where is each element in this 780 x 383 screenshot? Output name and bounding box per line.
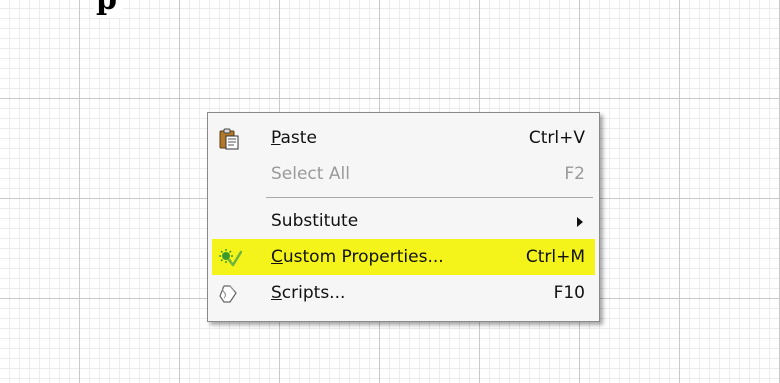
- menu-item-label: Paste: [271, 120, 317, 156]
- context-menu: Paste Ctrl+V Select All F2 Substitute Cu…: [207, 112, 600, 322]
- menu-item-substitute[interactable]: Substitute: [212, 203, 595, 239]
- menu-item-shortcut: F2: [564, 164, 585, 184]
- page-heading-fragment: p: [94, 0, 123, 18]
- menu-item-select-all[interactable]: Select All F2: [212, 156, 595, 192]
- menu-item-scripts[interactable]: Scripts... F10: [212, 275, 595, 311]
- label-text: cripts...: [281, 283, 346, 303]
- menu-item-shortcut: Ctrl+V: [528, 128, 585, 148]
- custom-properties-icon: [218, 246, 243, 268]
- menu-item-label: Scripts...: [271, 275, 345, 311]
- mnemonic-letter: S: [271, 283, 282, 303]
- mnemonic-letter: C: [271, 247, 283, 267]
- label-text: ustom Properties...: [282, 247, 444, 267]
- menu-separator: [266, 197, 593, 198]
- menu-item-label: Custom Properties...: [271, 239, 444, 275]
- menu-item-paste[interactable]: Paste Ctrl+V: [212, 120, 595, 156]
- clipboard-paste-icon: [218, 127, 240, 150]
- script-scroll-icon: [218, 282, 240, 304]
- mnemonic-letter: P: [271, 128, 281, 148]
- menu-item-custom-properties[interactable]: Custom Properties... Ctrl+M: [212, 239, 595, 275]
- menu-item-shortcut: F10: [553, 283, 585, 303]
- label-text: aste: [280, 128, 317, 148]
- menu-item-label: Substitute: [271, 211, 359, 231]
- menu-item-label: Select All: [271, 164, 350, 184]
- menu-item-shortcut: Ctrl+M: [525, 247, 585, 267]
- submenu-arrow-icon: [577, 217, 583, 227]
